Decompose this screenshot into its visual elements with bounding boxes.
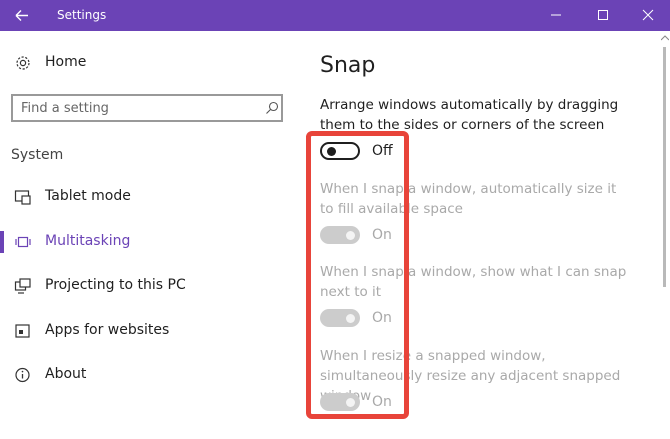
sidebar-item-label: Projecting to this PC bbox=[45, 277, 186, 293]
search-input[interactable] bbox=[21, 99, 256, 117]
sidebar-item-home[interactable]: Home bbox=[0, 48, 300, 78]
close-button[interactable] bbox=[630, 0, 666, 31]
sidebar: Home System Tablet mode Multitasking Pro… bbox=[0, 31, 300, 439]
multitasking-icon bbox=[15, 236, 31, 248]
minimize-button[interactable] bbox=[538, 0, 574, 31]
search-icon[interactable] bbox=[265, 101, 279, 115]
gear-icon bbox=[16, 56, 30, 70]
active-indicator bbox=[0, 231, 4, 253]
highlight-annotation bbox=[306, 131, 409, 419]
sidebar-item-label: About bbox=[45, 366, 87, 382]
sidebar-item-multitasking[interactable]: Multitasking bbox=[0, 227, 300, 257]
scroll-up-arrow-icon[interactable] bbox=[661, 35, 669, 41]
page-title: Snap bbox=[320, 53, 376, 78]
info-icon bbox=[15, 367, 30, 383]
maximize-button[interactable] bbox=[585, 0, 621, 31]
sidebar-item-label: Multitasking bbox=[45, 233, 131, 249]
sidebar-item-projecting[interactable]: Projecting to this PC bbox=[0, 271, 300, 301]
snap-description: Arrange windows automatically by draggin… bbox=[320, 97, 619, 133]
scrollbar[interactable] bbox=[660, 31, 670, 439]
back-button[interactable] bbox=[0, 0, 44, 31]
close-icon bbox=[642, 9, 654, 21]
sidebar-item-label: Apps for websites bbox=[45, 322, 170, 338]
apps-for-websites-icon bbox=[15, 324, 30, 338]
projecting-icon bbox=[14, 278, 31, 294]
title-bar: Settings bbox=[0, 0, 670, 31]
search-box[interactable] bbox=[11, 94, 283, 122]
minimize-icon bbox=[551, 14, 561, 16]
scroll-thumb[interactable] bbox=[663, 47, 666, 287]
sidebar-item-tablet-mode[interactable]: Tablet mode bbox=[0, 182, 300, 212]
section-label: System bbox=[11, 147, 64, 163]
back-arrow-icon bbox=[15, 10, 28, 21]
sidebar-item-label: Tablet mode bbox=[45, 188, 131, 204]
maximize-icon bbox=[598, 10, 608, 20]
sidebar-item-apps-for-websites[interactable]: Apps for websites bbox=[0, 316, 300, 346]
tablet-mode-icon bbox=[14, 190, 31, 205]
window-title: Settings bbox=[57, 8, 107, 22]
sidebar-item-label: Home bbox=[45, 54, 87, 70]
sidebar-item-about[interactable]: About bbox=[0, 360, 300, 390]
